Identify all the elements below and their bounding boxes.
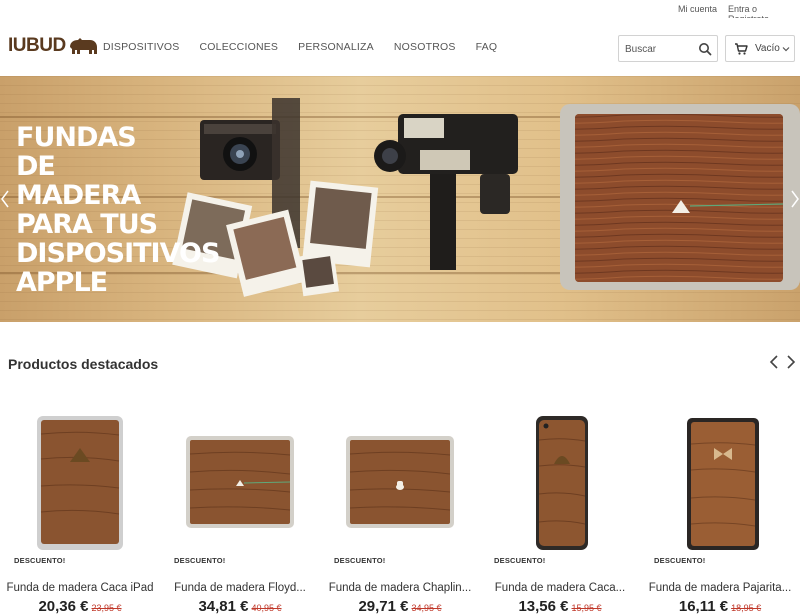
site-header: IUBUD DISPOSITIVOS COLECCIONES PERSONALI… — [0, 18, 800, 76]
old-price: 40,95 € — [251, 603, 282, 613]
old-price: 23,95 € — [91, 603, 122, 613]
search-input[interactable] — [625, 41, 697, 57]
current-price: 34,81 € — [198, 598, 249, 615]
nav-colecciones[interactable]: COLECCIONES — [200, 41, 279, 53]
current-price: 20,36 € — [38, 598, 89, 615]
product-card[interactable]: DESCUENTO! Funda de madera Caca... 13,56… — [480, 404, 640, 615]
current-price: 13,56 € — [518, 598, 569, 615]
product-image[interactable] — [640, 404, 800, 552]
logo[interactable]: IUBUD — [8, 35, 98, 57]
product-name[interactable]: Funda de madera Floyd... — [160, 582, 320, 594]
logo-text: IUBUD — [8, 35, 66, 56]
old-price: 15,95 € — [571, 603, 602, 613]
product-card[interactable]: DESCUENTO! Funda de madera Pajarita... 1… — [640, 404, 800, 615]
carousel-next-icon[interactable] — [785, 354, 797, 370]
product-price: 20,36 €23,95 € — [0, 598, 160, 616]
chevron-down-icon — [782, 47, 790, 52]
current-price: 16,11 € — [678, 598, 729, 615]
discount-badge: DESCUENTO! — [334, 556, 386, 565]
cart-icon — [735, 43, 748, 55]
product-name[interactable]: Funda de madera Caca iPad — [0, 582, 160, 594]
bear-logo-icon — [69, 38, 97, 54]
product-image[interactable] — [480, 404, 640, 552]
search-icon[interactable] — [698, 42, 712, 56]
cart-button[interactable]: Vacío — [725, 35, 795, 62]
product-price: 16,11 €18,95 € — [640, 598, 800, 616]
nav-dispositivos[interactable]: DISPOSITIVOS — [103, 41, 180, 53]
product-price: 34,81 €40,95 € — [160, 598, 320, 616]
product-image[interactable] — [0, 404, 160, 552]
current-price: 29,71 € — [358, 598, 409, 615]
product-name[interactable]: Funda de madera Chaplin... — [320, 582, 480, 594]
hero-next-arrow-icon[interactable] — [790, 190, 800, 208]
my-account-link[interactable]: Mi cuenta — [678, 4, 717, 14]
hero-title: FUNDAS DE MADERA PARA TUS DISPOSITIVOS A… — [16, 122, 220, 298]
utility-bar: Mi cuenta Entra o Registrate — [0, 0, 800, 24]
nav-nosotros[interactable]: NOSOTROS — [394, 41, 456, 53]
old-price: 34,95 € — [411, 603, 442, 613]
search-box — [618, 35, 718, 62]
discount-badge: DESCUENTO! — [174, 556, 226, 565]
cart-label: Vacío — [755, 43, 780, 54]
carousel-prev-icon[interactable] — [768, 354, 780, 370]
product-image[interactable] — [160, 404, 320, 552]
product-name[interactable]: Funda de madera Caca... — [480, 582, 640, 594]
nav-faq[interactable]: FAQ — [476, 41, 498, 53]
discount-badge: DESCUENTO! — [14, 556, 66, 565]
hero-banner[interactable]: FUNDAS DE MADERA PARA TUS DISPOSITIVOS A… — [0, 76, 800, 322]
product-card[interactable]: DESCUENTO! Funda de madera Caca iPad 20,… — [0, 404, 160, 615]
old-price: 18,95 € — [731, 603, 762, 613]
discount-badge: DESCUENTO! — [494, 556, 546, 565]
hero-prev-arrow-icon[interactable] — [0, 190, 10, 208]
product-card[interactable]: DESCUENTO! Funda de madera Floyd... 34,8… — [160, 404, 320, 615]
discount-badge: DESCUENTO! — [654, 556, 706, 565]
product-price: 13,56 €15,95 € — [480, 598, 640, 616]
product-carousel: DESCUENTO! Funda de madera Caca iPad 20,… — [0, 404, 800, 615]
product-card[interactable]: DESCUENTO! Funda de madera Chaplin... 29… — [320, 404, 480, 615]
product-name[interactable]: Funda de madera Pajarita... — [640, 582, 800, 594]
product-image[interactable] — [320, 404, 480, 552]
product-price: 29,71 €34,95 € — [320, 598, 480, 616]
main-nav: DISPOSITIVOS COLECCIONES PERSONALIZA NOS… — [103, 41, 517, 53]
nav-personaliza[interactable]: PERSONALIZA — [298, 41, 374, 53]
featured-title: Productos destacados — [8, 356, 159, 372]
